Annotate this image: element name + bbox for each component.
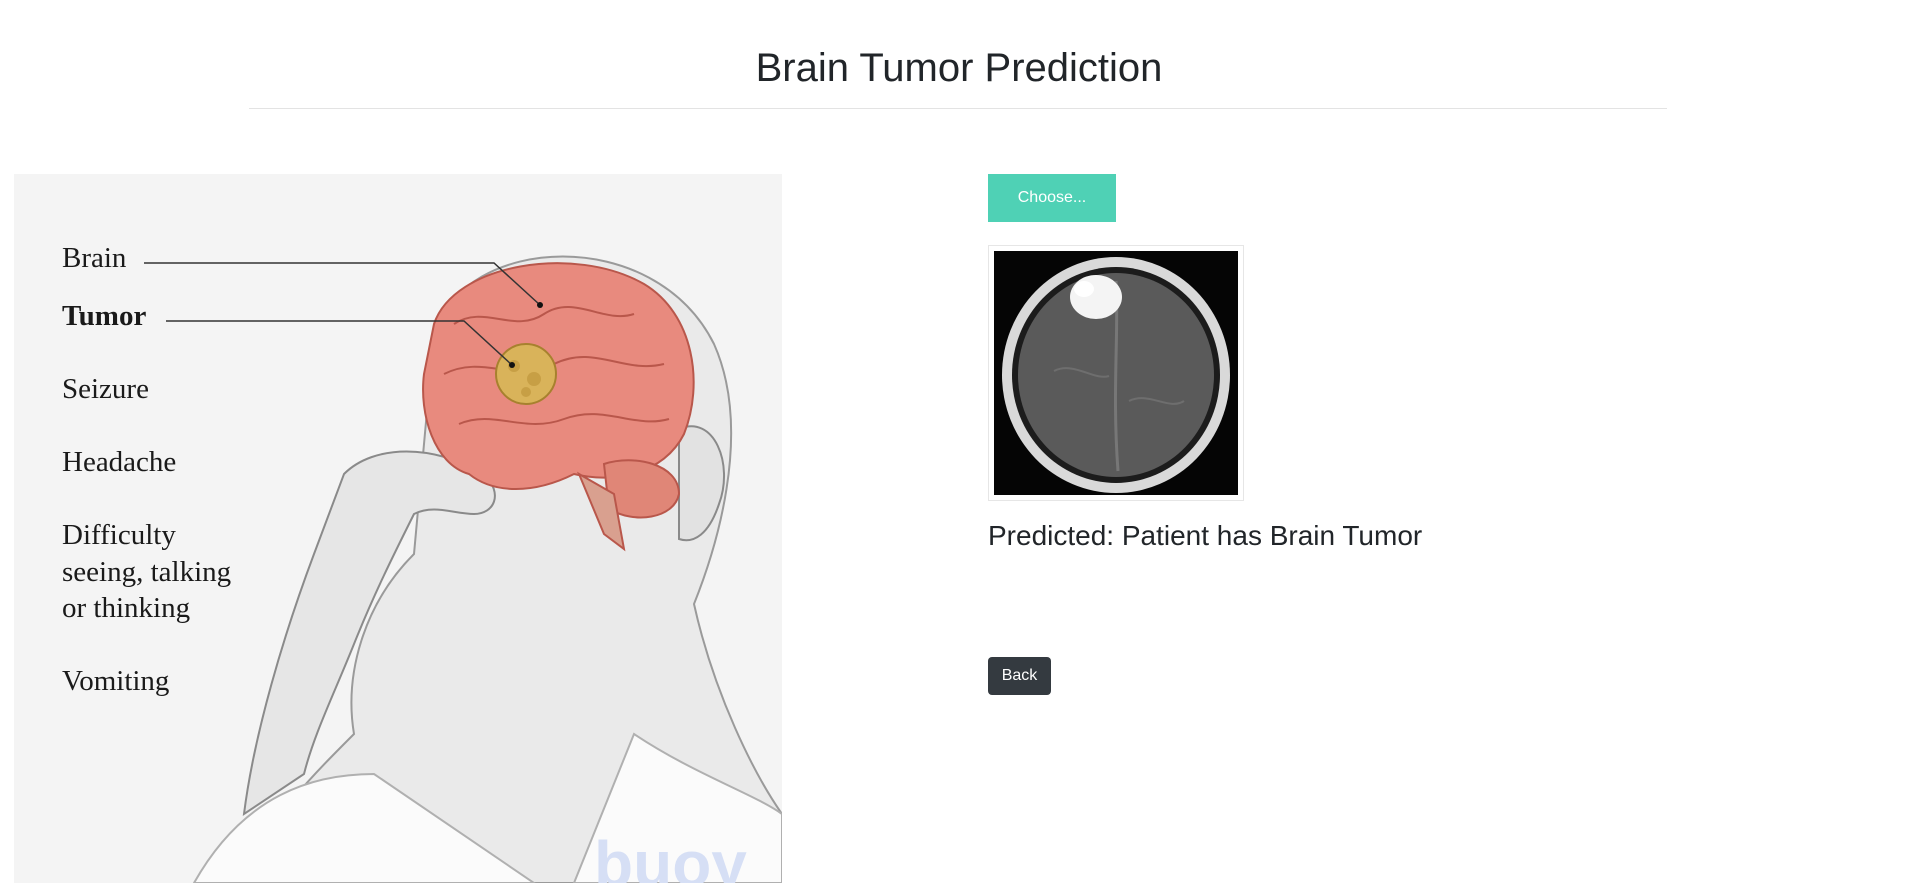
page-title: Brain Tumor Prediction [755,46,1163,90]
label-difficulty-line1: Difficulty [62,519,176,551]
mri-scan-image [994,251,1238,495]
page-root: Brain Tumor Prediction buoy Brain Tumor … [0,0,1907,883]
label-difficulty-line2: seeing, talking [62,556,232,588]
label-vomiting: Vomiting [62,665,170,697]
label-brain: Brain [62,242,127,274]
title-divider [249,108,1667,109]
choose-file-button[interactable]: Choose... [988,174,1116,222]
label-tumor: Tumor [62,300,147,332]
label-difficulty-line3: or thinking [62,592,191,624]
label-seizure: Seizure [62,373,149,405]
back-button[interactable]: Back [988,657,1051,695]
prediction-result: Predicted: Patient has Brain Tumor [988,520,1423,551]
uploaded-scan-preview [988,245,1244,501]
label-headache: Headache [62,446,177,478]
watermark-logo: buoy [594,828,747,883]
symptoms-illustration: buoy Brain Tumor Seizure Headache Diffic… [14,174,782,883]
